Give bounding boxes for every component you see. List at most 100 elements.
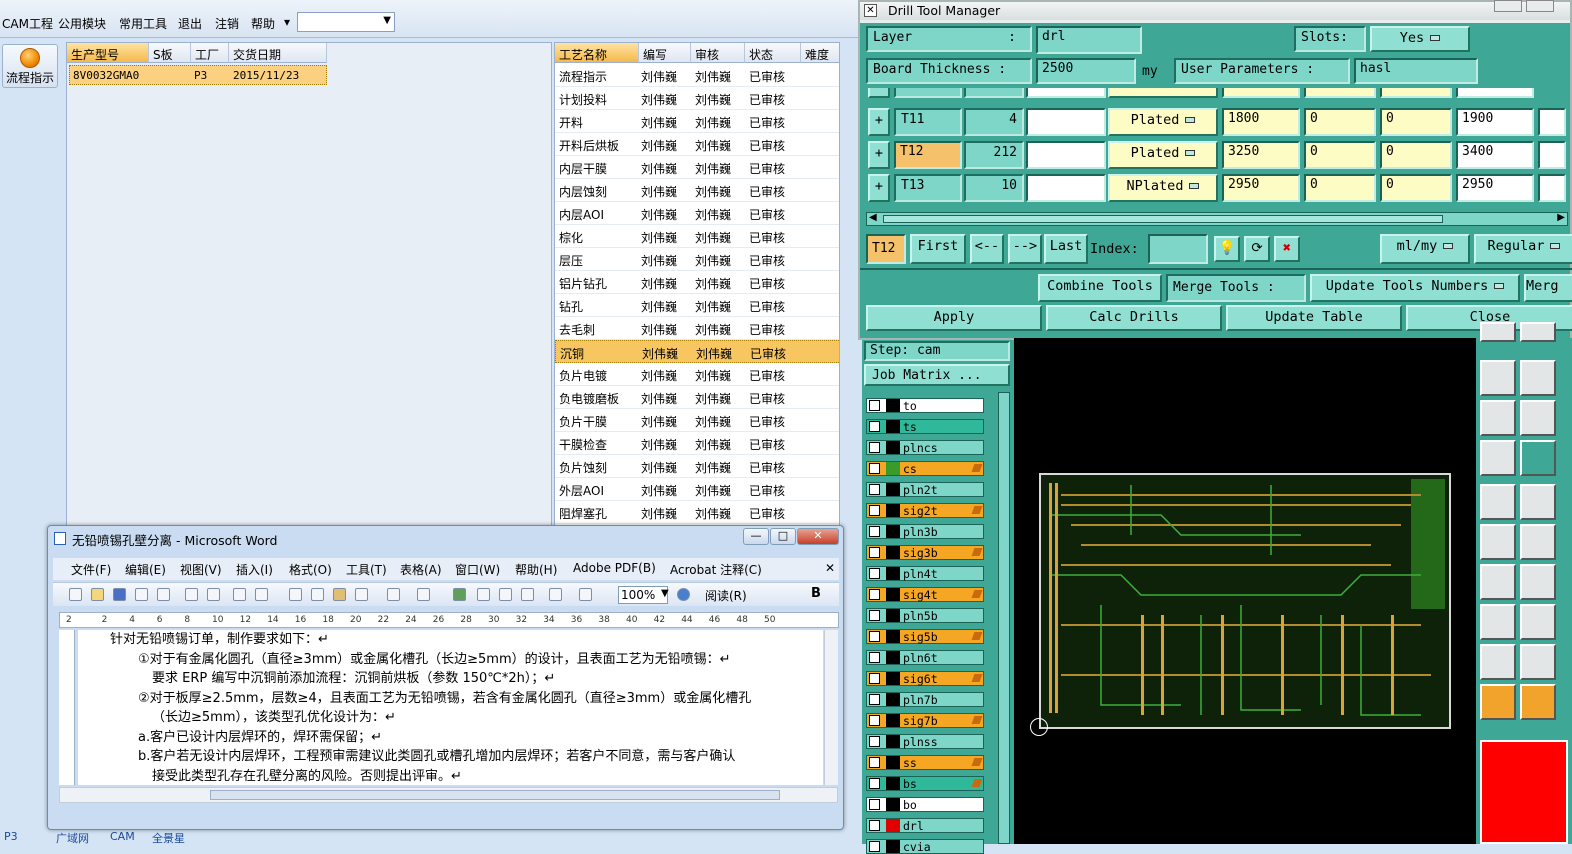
layer-row[interactable]: pln3b: [866, 524, 984, 539]
layer-checkbox[interactable]: [869, 652, 880, 663]
tool-minus-tol-field[interactable]: 0: [1380, 141, 1452, 169]
mode-dropdown[interactable]: Regular: [1474, 234, 1572, 264]
process-row[interactable]: 负片蚀刻 刘伟巍 刘伟巍 已审核: [555, 455, 839, 478]
process-row[interactable]: 计划投料 刘伟巍 刘伟巍 已审核: [555, 87, 839, 110]
layer-checkbox[interactable]: [869, 442, 880, 453]
bulb-icon[interactable]: 💡: [1214, 236, 1240, 262]
tool-size-field[interactable]: [1222, 88, 1300, 98]
table-row[interactable]: 8V0032GMA0 P3 2015/11/23: [69, 65, 327, 85]
measure-icon[interactable]: [1480, 440, 1516, 476]
first-button[interactable]: First: [910, 234, 966, 264]
layer-row[interactable]: sig4t: [866, 587, 984, 602]
layer-row[interactable]: pln2t: [866, 482, 984, 497]
research-icon[interactable]: [255, 588, 268, 601]
board-thickness-field[interactable]: 2500: [1036, 58, 1136, 84]
next-button[interactable]: -->: [1008, 234, 1042, 264]
process-row[interactable]: 铝片钻孔 刘伟巍 刘伟巍 已审核: [555, 271, 839, 294]
print-preview-icon[interactable]: [207, 588, 220, 601]
order-header-model[interactable]: 生产型号: [67, 43, 149, 63]
tool-icon[interactable]: [1480, 322, 1516, 342]
menu-tools[interactable]: 工具(T): [346, 561, 387, 578]
email-icon[interactable]: [157, 588, 170, 601]
layer-row[interactable]: sig3b: [866, 545, 984, 560]
columns-icon[interactable]: [549, 588, 562, 601]
process-row[interactable]: 干膜检查 刘伟巍 刘伟巍 已审核: [555, 432, 839, 455]
cut-icon[interactable]: [289, 588, 302, 601]
help-dropdown-icon[interactable]: ▾: [284, 15, 290, 29]
tool-finish-field[interactable]: [1456, 88, 1534, 98]
process-header-difficulty[interactable]: 难度: [801, 43, 839, 63]
process-row[interactable]: 负片干膜 刘伟巍 刘伟巍 已审核: [555, 409, 839, 432]
menubar-combo[interactable]: ▼: [297, 12, 395, 32]
process-row[interactable]: 负片电镀 刘伟巍 刘伟巍 已审核: [555, 363, 839, 386]
layer-checkbox[interactable]: [869, 463, 880, 474]
layer-checkbox[interactable]: [869, 400, 880, 411]
save-icon[interactable]: [113, 588, 126, 601]
status-item[interactable]: CAM: [110, 830, 135, 843]
apply-button[interactable]: Apply: [866, 305, 1042, 331]
layer-row[interactable]: sig5b: [866, 629, 984, 644]
layer-checkbox[interactable]: [869, 589, 880, 600]
connect-icon[interactable]: [1480, 524, 1516, 560]
layer-checkbox[interactable]: [869, 841, 880, 852]
order-header-factory[interactable]: 工厂: [191, 43, 229, 63]
layer-scrollbar[interactable]: [998, 392, 1010, 844]
menu-cam-project[interactable]: CAM工程: [2, 15, 53, 32]
tool-comment-field[interactable]: [1026, 88, 1106, 98]
graphics-canvas[interactable]: [1014, 338, 1476, 844]
update-table-button[interactable]: Update Table: [1226, 305, 1402, 331]
line-icon[interactable]: [1480, 564, 1516, 600]
copy-icon[interactable]: [311, 588, 324, 601]
menu-acrobat-comments[interactable]: Acrobat 注释(C): [670, 561, 762, 578]
insert-table-icon[interactable]: [499, 588, 512, 601]
undo-icon[interactable]: [387, 588, 400, 601]
menu-help[interactable]: 帮助(H): [515, 561, 557, 578]
user-params-field[interactable]: hasl: [1354, 58, 1478, 84]
document-map-icon[interactable]: [579, 588, 592, 601]
tool-table-hscroll[interactable]: ◀ ▶: [866, 212, 1568, 226]
layer-checkbox[interactable]: [869, 757, 880, 768]
layer-row[interactable]: pln5b: [866, 608, 984, 623]
layer-checkbox[interactable]: [869, 568, 880, 579]
process-header-status[interactable]: 状态: [745, 43, 801, 63]
shape-icon[interactable]: [1480, 644, 1516, 680]
layer-row[interactable]: ss: [866, 755, 984, 770]
layer-row[interactable]: sig2t: [866, 503, 984, 518]
select-arrow-icon[interactable]: [1520, 684, 1556, 720]
redo-icon[interactable]: [417, 588, 430, 601]
line-icon[interactable]: [1520, 564, 1556, 600]
tool-icon[interactable]: [1520, 322, 1556, 342]
process-row[interactable]: 负电镀磨板 刘伟巍 刘伟巍 已审核: [555, 386, 839, 409]
layer-checkbox[interactable]: [869, 736, 880, 747]
menu-logout[interactable]: 注销: [215, 15, 239, 32]
layer-row[interactable]: drl: [866, 818, 984, 833]
new-document-icon[interactable]: [69, 588, 82, 601]
tool-type-dropdown[interactable]: Plated: [1108, 141, 1218, 169]
vertical-scrollbar[interactable]: [824, 630, 838, 785]
scroll-thumb[interactable]: [210, 790, 780, 800]
menu-exit[interactable]: 退出: [178, 15, 202, 32]
process-row[interactable]: 流程指示 刘伟巍 刘伟巍 已审核: [555, 64, 839, 87]
expand-tool-icon[interactable]: +: [868, 174, 890, 202]
bold-button[interactable]: B: [811, 586, 821, 601]
layer-field[interactable]: drl: [1036, 26, 1142, 54]
process-header-name[interactable]: 工艺名称: [555, 43, 639, 63]
layer-row[interactable]: pln4t: [866, 566, 984, 581]
refresh-icon[interactable]: ⟳: [1244, 236, 1270, 262]
horizontal-scrollbar[interactable]: [59, 787, 838, 803]
menu-view[interactable]: 视图(V): [180, 561, 222, 578]
minimize-button[interactable]: —: [743, 528, 769, 545]
tool-type-dropdown[interactable]: NPlated: [1108, 174, 1218, 202]
tool-minus-tol-field[interactable]: [1380, 88, 1452, 98]
layer-checkbox[interactable]: [869, 715, 880, 726]
process-header-reviewer[interactable]: 审核: [691, 43, 745, 63]
tool-size-field[interactable]: 2950: [1222, 174, 1300, 202]
layer-checkbox[interactable]: [869, 421, 880, 432]
tool-comment-field[interactable]: [1026, 174, 1106, 202]
maximize-button[interactable]: [1526, 0, 1554, 12]
tool-plus-tol-field[interactable]: [1304, 88, 1376, 98]
layer-row[interactable]: pln6t: [866, 650, 984, 665]
menu-file[interactable]: 文件(F): [71, 561, 111, 578]
layer-row[interactable]: cs: [866, 461, 984, 476]
menu-edit[interactable]: 编辑(E): [125, 561, 166, 578]
